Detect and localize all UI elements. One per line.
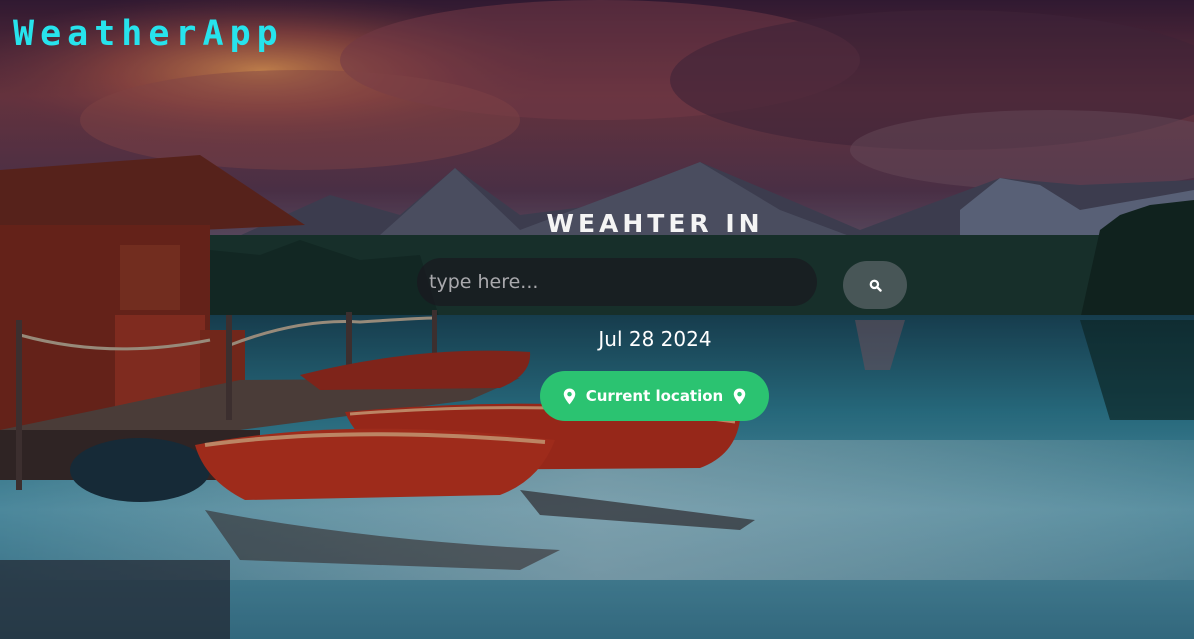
search-button[interactable] xyxy=(843,261,907,309)
search-panel: WEAHTER IN Jul 28 2024 Current location xyxy=(0,0,1194,639)
city-search-input[interactable] xyxy=(417,258,817,306)
search-icon xyxy=(869,279,882,292)
map-pin-icon xyxy=(563,388,576,405)
map-pin-icon xyxy=(733,388,746,405)
current-location-label: Current location xyxy=(585,387,724,405)
page-heading: WEAHTER IN xyxy=(546,209,764,238)
current-date: Jul 28 2024 xyxy=(598,327,712,351)
weather-app-page: WeatherApp WEAHTER IN Jul 28 2024 Curren… xyxy=(0,0,1194,639)
current-location-button[interactable]: Current location xyxy=(540,371,769,421)
